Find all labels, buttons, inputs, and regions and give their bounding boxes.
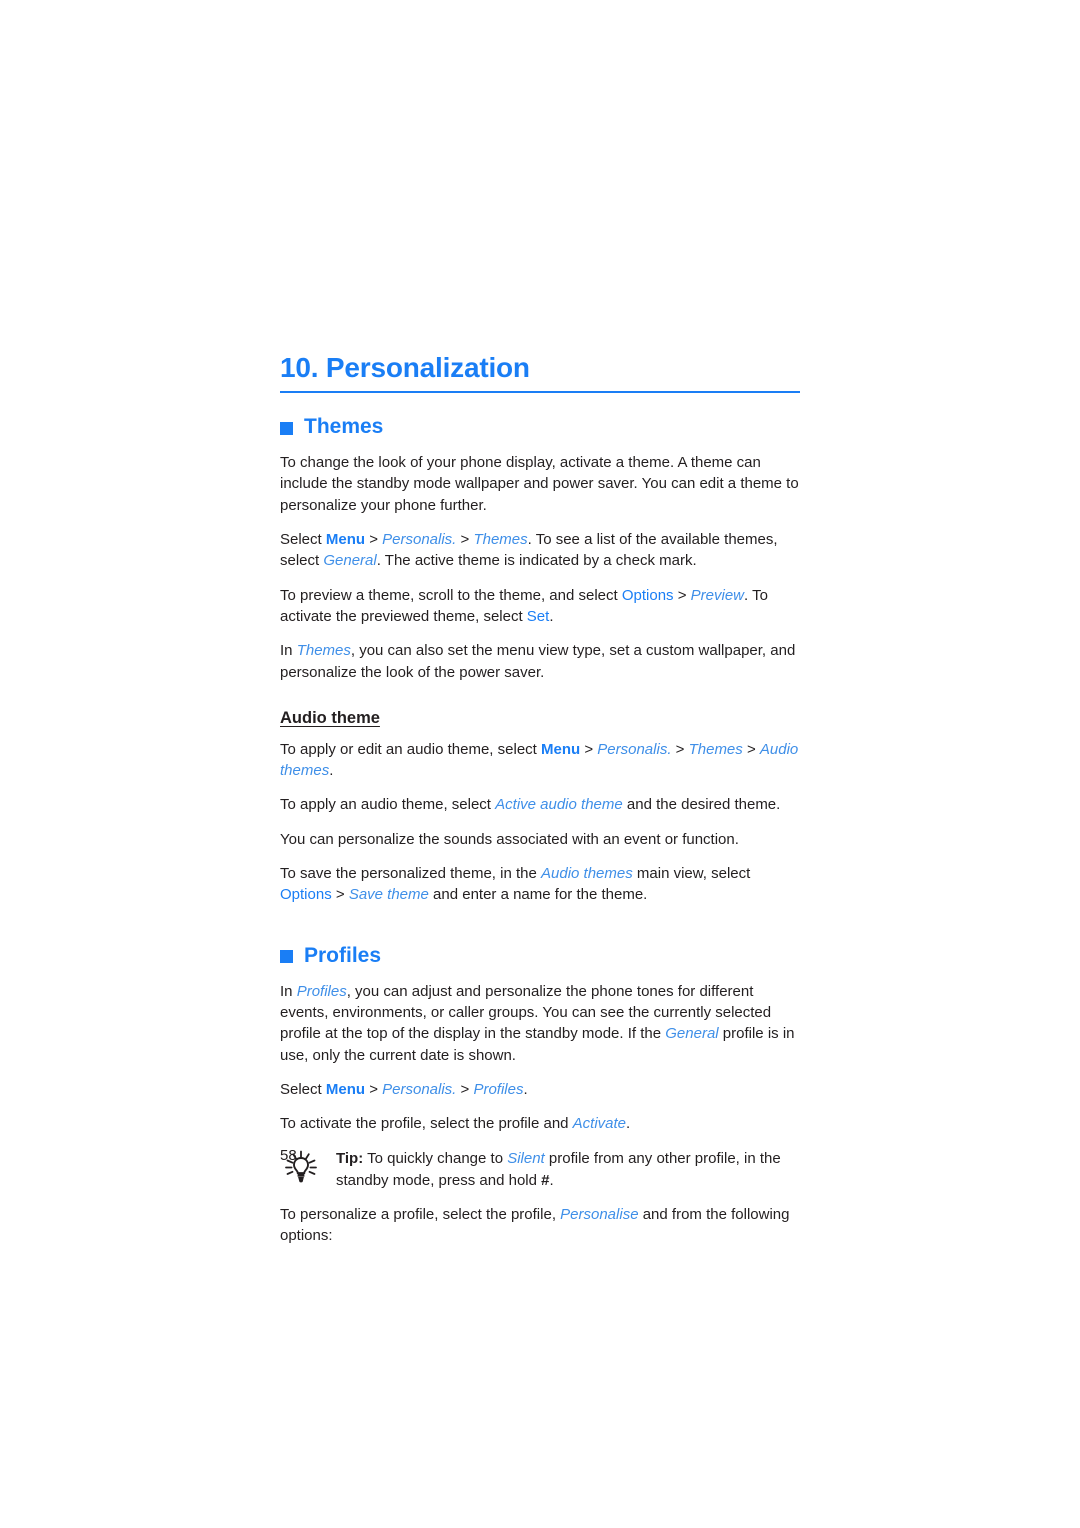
inline-ui-italic: Profiles <box>473 1080 524 1098</box>
paragraph-themes-menu-view: In Themes, you can also set the menu vie… <box>280 642 796 681</box>
tip-text: Tip: To quickly change to Silent profile… <box>336 1150 781 1189</box>
page-number: 58 <box>280 1147 297 1164</box>
inline-black-bold: Tip: <box>336 1150 364 1168</box>
document-page: 10. Personalization Themes To change the… <box>280 0 800 1247</box>
section-heading-themes: Themes <box>280 415 800 439</box>
paragraph-themes-select-path: Select Menu > Personalis. > Themes. To s… <box>280 531 778 570</box>
inline-ui-italic: General <box>665 1025 719 1043</box>
section-heading-label: Themes <box>304 415 384 439</box>
inline-ui-italic: General <box>323 552 377 570</box>
paragraph-audio-apply-edit: To apply or edit an audio theme, select … <box>280 740 799 780</box>
inline-ui-bold: Menu <box>541 740 581 758</box>
inline-ui-plain: Set <box>526 607 550 625</box>
inline-black-bold: # <box>541 1171 550 1189</box>
section-heading-label: Profiles <box>304 943 382 967</box>
inline-ui-italic: Personalis. <box>382 531 457 549</box>
inline-ui-italic: Personalis. <box>597 740 672 758</box>
paragraph-audio-personalize-sounds: You can personalize the sounds associate… <box>280 830 739 848</box>
paragraph-profiles-intro: In Profiles, you can adjust and personal… <box>280 982 795 1064</box>
inline-ui-italic: Save theme <box>348 886 429 904</box>
inline-ui-italic: Audio themes <box>541 865 633 883</box>
paragraph-themes-preview: To preview a theme, scroll to the theme,… <box>280 586 768 625</box>
square-bullet-icon <box>280 950 293 964</box>
paragraph-themes-intro: To change the look of your phone display… <box>280 454 799 514</box>
inline-ui-italic: Themes <box>296 642 351 660</box>
paragraph-audio-save: To save the personalized theme, in the A… <box>280 865 751 904</box>
title-divider <box>280 391 800 394</box>
inline-ui-italic: Themes <box>473 531 528 549</box>
paragraph-profiles-select-path: Select Menu > Personalis. > Profiles. <box>280 1080 528 1098</box>
inline-ui-italic: Themes <box>688 740 743 758</box>
subheading-audio-theme: Audio theme <box>280 708 380 727</box>
tip-callout: Tip: To quickly change to Silent profile… <box>280 1148 800 1191</box>
inline-ui-italic: Personalise <box>560 1206 639 1224</box>
paragraph-profiles-activate: To activate the profile, select the prof… <box>280 1115 631 1133</box>
page-title: 10. Personalization <box>280 352 530 383</box>
inline-ui-plain: Options <box>280 886 332 904</box>
square-bullet-icon <box>280 421 293 435</box>
inline-ui-italic: Activate <box>572 1115 627 1133</box>
section-heading-profiles: Profiles <box>280 944 800 968</box>
paragraph-audio-apply: To apply an audio theme, select Active a… <box>280 796 781 814</box>
paragraph-profiles-personalize: To personalize a profile, select the pro… <box>280 1206 790 1245</box>
inline-ui-bold: Menu <box>325 1080 366 1098</box>
inline-ui-italic: Preview <box>690 586 745 604</box>
inline-ui-bold: Menu <box>325 531 366 549</box>
inline-ui-plain: Options <box>621 586 674 604</box>
inline-ui-italic: Personalis. <box>382 1080 457 1098</box>
inline-ui-italic: Profiles <box>296 982 347 1000</box>
inline-ui-italic: Silent <box>507 1150 545 1168</box>
inline-ui-italic: Active audio theme <box>495 796 623 814</box>
